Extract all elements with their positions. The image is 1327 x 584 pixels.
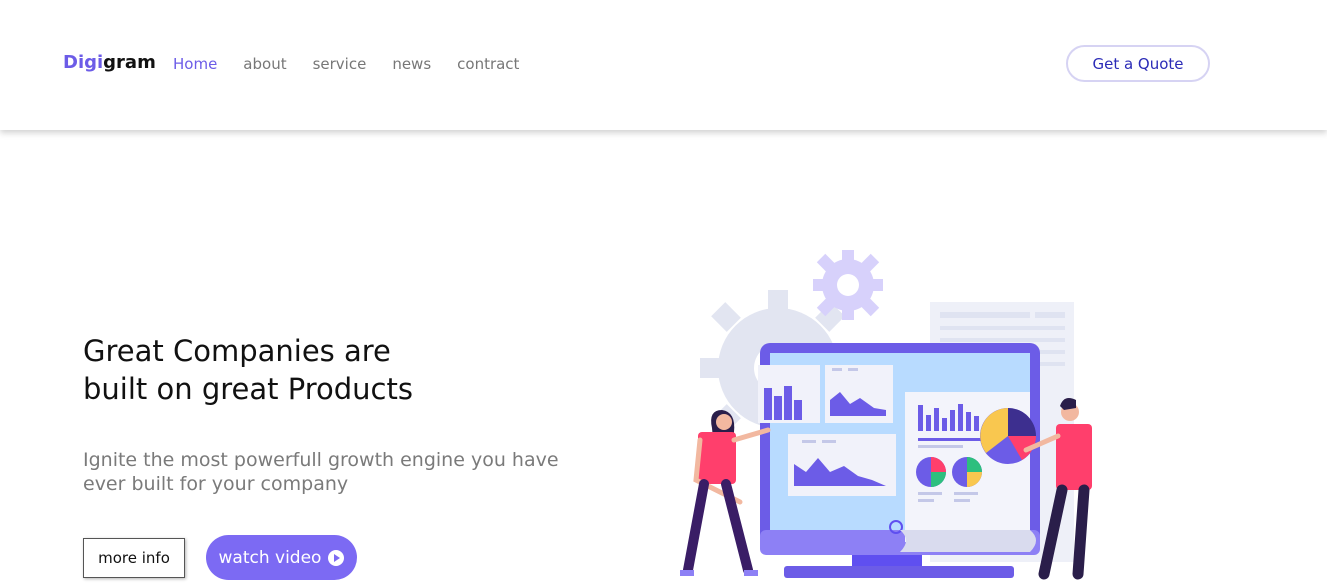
main-nav: Home about service news contract <box>173 55 545 73</box>
nav-contract[interactable]: contract <box>457 55 519 73</box>
nav-home[interactable]: Home <box>173 55 217 73</box>
site-header: Digigram Home about service news contrac… <box>0 0 1327 130</box>
watch-video-button[interactable]: watch video <box>206 535 357 580</box>
nav-news[interactable]: news <box>392 55 431 73</box>
small-gear-icon <box>813 250 883 320</box>
play-circle-icon <box>328 549 345 566</box>
more-info-button[interactable]: more info <box>83 538 185 578</box>
analytics-dashboard-illustration <box>680 250 1092 580</box>
logo-rest: gram <box>103 52 156 73</box>
hero-title-line-1: Great Companies are <box>83 334 391 368</box>
nav-about[interactable]: about <box>243 55 286 73</box>
woman-figure <box>680 410 771 576</box>
watch-video-label: watch video <box>218 547 322 568</box>
wave-chart-panel <box>788 434 896 496</box>
hero-subtitle: Ignite the most powerfull growth engine … <box>83 449 559 495</box>
pie-chart-icon <box>980 408 1036 464</box>
nav-service[interactable]: service <box>313 55 367 73</box>
get-a-quote-button[interactable]: Get a Quote <box>1066 45 1210 82</box>
logo[interactable]: Digigram <box>63 52 156 73</box>
hero-title-line-2: built on great Products <box>83 372 413 406</box>
hero-title: Great Companies are built on great Produ… <box>83 332 413 408</box>
logo-accent: Digi <box>63 52 104 73</box>
